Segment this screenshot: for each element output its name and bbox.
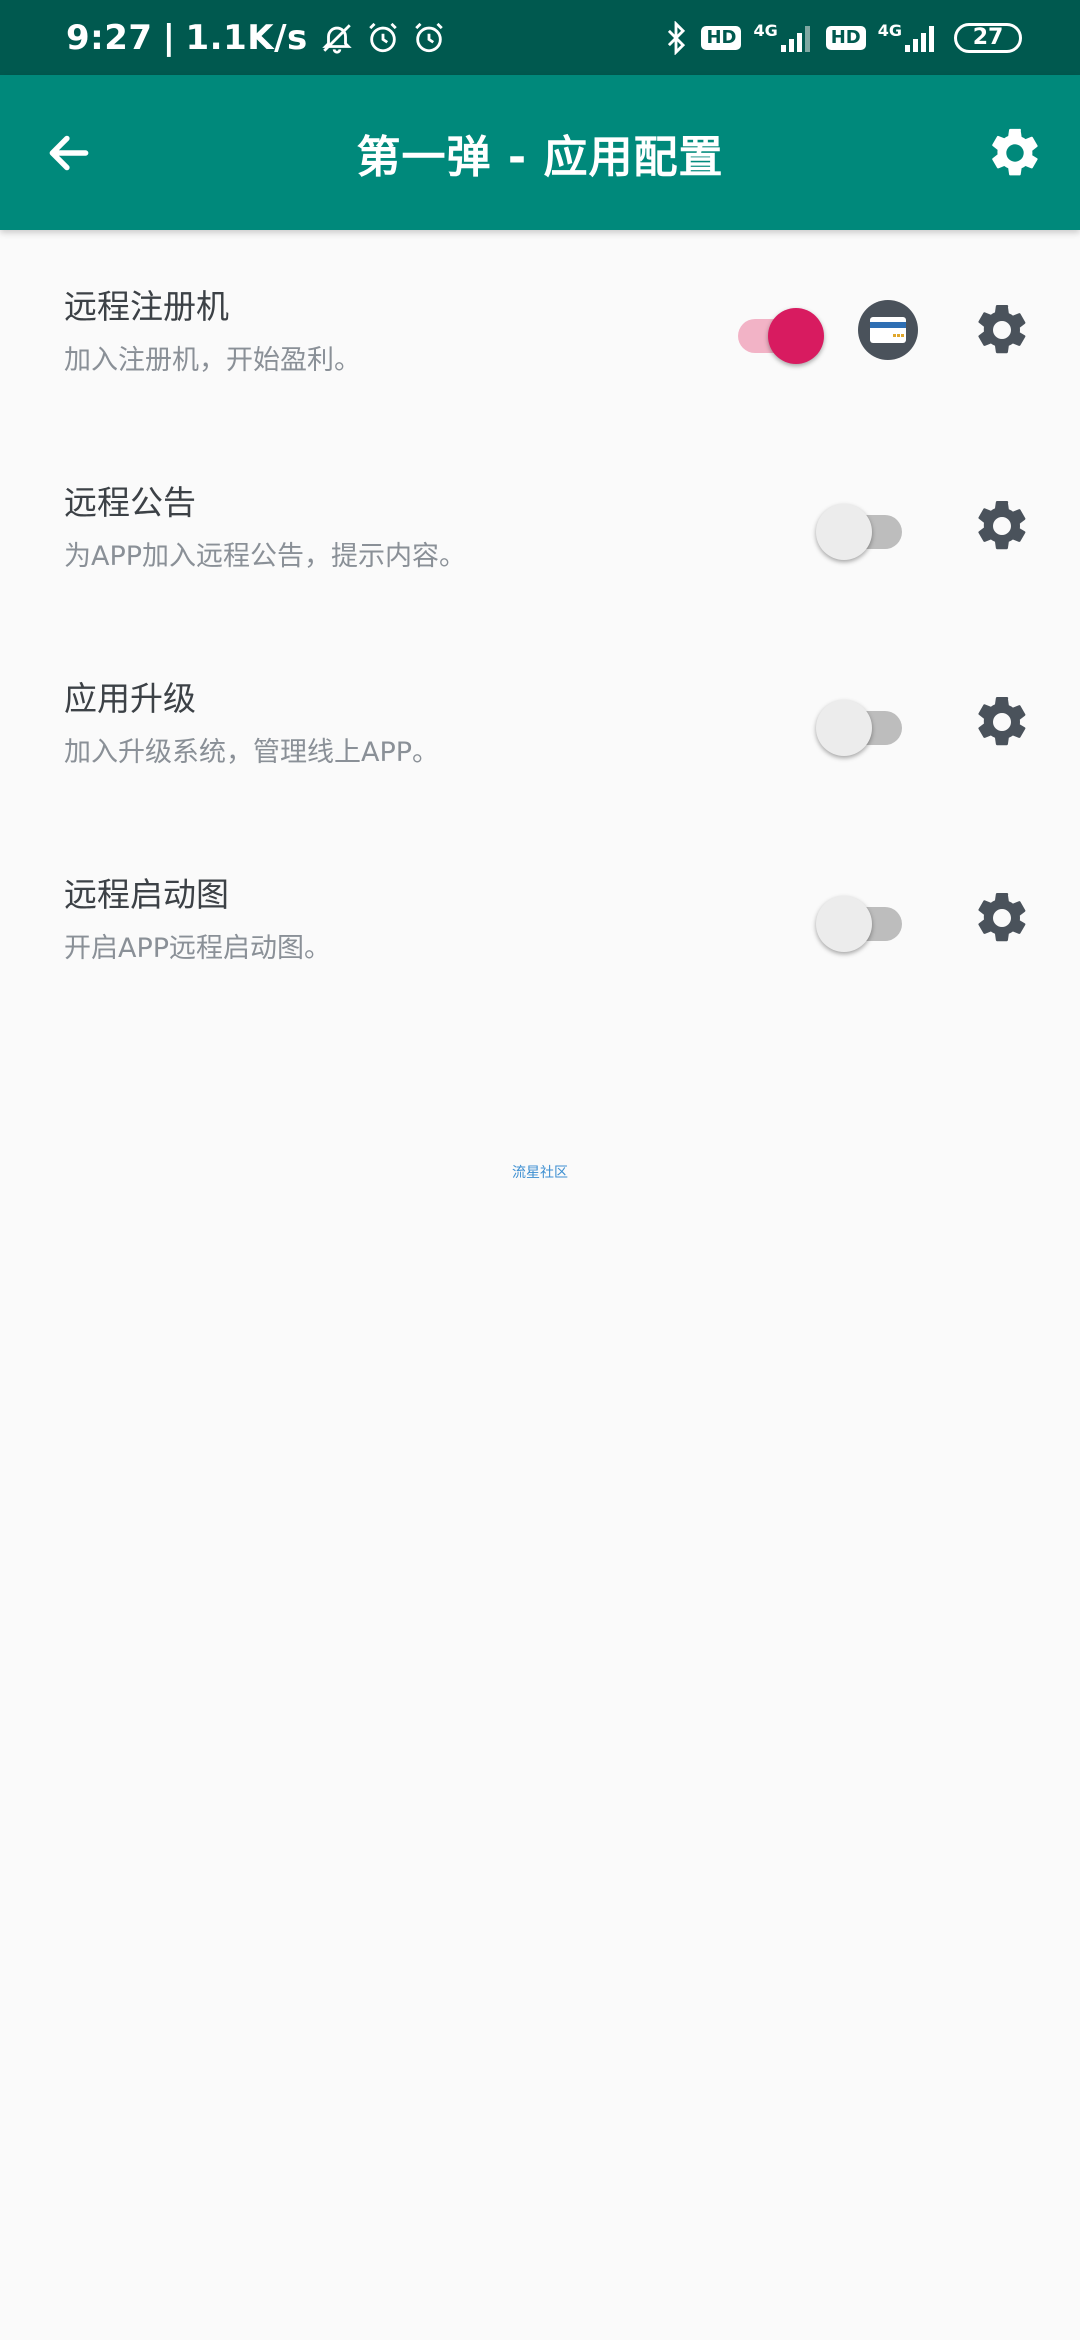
list-item-remote-register[interactable]: 远程注册机 加入注册机，开始盈利。 [0, 230, 1080, 426]
footer-link[interactable]: 流星社区 [0, 1162, 1080, 1182]
item-subtitle: 开启APP远程启动图。 [64, 933, 332, 964]
item-settings-button[interactable] [970, 494, 1034, 558]
item-settings-button[interactable] [970, 886, 1034, 950]
item-title: 远程注册机 [64, 287, 229, 326]
status-separator: | [162, 17, 176, 58]
signal-icon: 4G [877, 20, 938, 53]
card-button[interactable] [858, 300, 918, 360]
toggle-switch[interactable] [816, 697, 910, 756]
status-net-speed: 1.1K/s [185, 17, 308, 58]
item-settings-button[interactable] [970, 298, 1034, 362]
alarm-icon [412, 21, 446, 55]
item-settings-button[interactable] [970, 690, 1034, 754]
toggle-switch[interactable] [816, 893, 910, 952]
switch-thumb [816, 504, 872, 560]
arrow-left-icon [49, 135, 89, 171]
item-title: 远程启动图 [64, 875, 229, 914]
switch-thumb [816, 896, 872, 952]
switch-thumb [768, 308, 824, 364]
hd-badge: HD [825, 25, 866, 50]
gear-icon [978, 304, 1026, 354]
battery-level: 27 [972, 25, 1004, 50]
battery-icon: 27 [954, 22, 1022, 53]
toggle-switch[interactable] [730, 305, 824, 364]
switch-thumb [816, 700, 872, 756]
bluetooth-icon [663, 20, 689, 55]
gear-icon [978, 892, 1026, 942]
item-subtitle: 加入注册机，开始盈利。 [64, 345, 361, 376]
item-title: 远程公告 [64, 483, 196, 522]
list-item-remote-splash[interactable]: 远程启动图 开启APP远程启动图。 [0, 818, 1080, 1014]
gear-icon [992, 128, 1038, 176]
settings-button[interactable] [980, 118, 1050, 188]
network-type: 4G [877, 20, 902, 40]
gear-icon [978, 696, 1026, 746]
alarm-icon [366, 21, 400, 55]
item-subtitle: 加入升级系统，管理线上APP。 [64, 737, 440, 768]
item-title: 应用升级 [64, 679, 196, 718]
bell-off-icon [320, 21, 354, 55]
app-bar: 第一弹 - 应用配置 [0, 75, 1080, 230]
credit-card-icon [870, 317, 906, 343]
back-button[interactable] [34, 118, 104, 188]
page-title: 第一弹 - 应用配置 [356, 131, 724, 183]
status-bar: 9:27 | 1.1K/s HD 4G HD 4G 27 [0, 0, 1080, 75]
gear-icon [978, 500, 1026, 550]
list-item-remote-notice[interactable]: 远程公告 为APP加入远程公告，提示内容。 [0, 426, 1080, 622]
network-type: 4G [753, 20, 778, 40]
list-item-app-upgrade[interactable]: 应用升级 加入升级系统，管理线上APP。 [0, 622, 1080, 818]
hd-badge: HD [701, 25, 742, 50]
signal-icon: 4G [753, 20, 813, 53]
item-subtitle: 为APP加入远程公告，提示内容。 [64, 541, 467, 572]
toggle-switch[interactable] [816, 501, 910, 560]
status-time: 9:27 [66, 17, 153, 58]
settings-list: 远程注册机 加入注册机，开始盈利。 远程公告 为APP加入远程公告，提示内容。 [0, 230, 1080, 1014]
